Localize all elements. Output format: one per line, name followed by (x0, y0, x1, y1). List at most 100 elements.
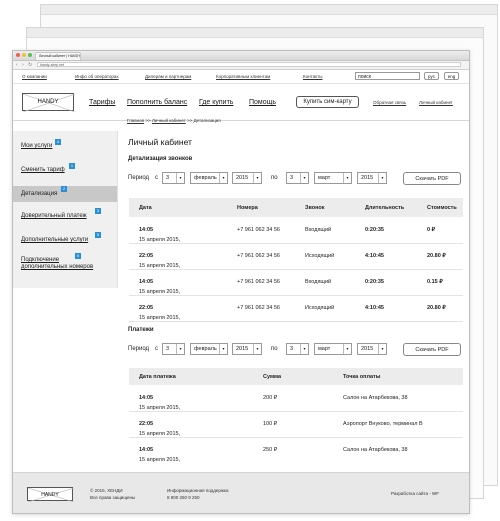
calls-period-filter: Период с 3 ▾ февраль ▾ 2015 ▾ по 3 ▾ март ▾ 2… (128, 172, 461, 186)
column-header: Номера (237, 205, 258, 211)
chevron-down-icon: ▾ (378, 344, 386, 354)
table-row[interactable]: 15 апреля 2015, 22:05 100 ₽ Аэропорт Вну… (129, 411, 463, 438)
chevron-down-icon: ▾ (378, 173, 386, 183)
maximize-window-icon[interactable] (28, 53, 32, 57)
footer-developer: Разработка сайта - WF (391, 491, 440, 496)
sidebar-item-my-services[interactable]: Мои услуги (21, 143, 52, 149)
call-duration: 0:20:35 (365, 279, 384, 285)
sidebar-item-extra-numbers[interactable]: Подключение дополнительных номеров (21, 257, 95, 271)
payment-place: Салон на Атарбекова, 38 (343, 395, 408, 401)
close-window-icon[interactable] (16, 53, 20, 57)
chevron-down-icon: ▾ (300, 344, 308, 354)
breadcrumb-home[interactable]: Главная (127, 118, 144, 123)
table-row[interactable]: 15 апреля 2015, 14:05 +7 961 062 34 56 В… (129, 217, 463, 244)
address-input[interactable]: handy-simp.net (37, 62, 461, 67)
from-year-select[interactable]: 2015 ▾ (232, 172, 262, 184)
sidebar-badge: 4 (55, 139, 61, 145)
call-duration: 4:10:45 (365, 305, 384, 311)
table-row[interactable]: 15 апреля 2015, 14:05 +7 961 062 34 56 В… (129, 269, 463, 296)
topnav-link-operators[interactable]: Инфо об операторах (75, 74, 119, 79)
topnav-link-contacts[interactable]: Контакты (303, 74, 322, 79)
calls-section-title: Детализация звонков (128, 156, 193, 162)
calls-table-header: Дата Номера Звонок Длительность Стоимост… (129, 198, 463, 217)
to-day-select[interactable]: 3 ▾ (286, 172, 309, 184)
lang-rus-button[interactable]: рус (424, 72, 439, 80)
to-day-select[interactable]: 3 ▾ (286, 343, 309, 355)
back-icon[interactable]: ‹ (16, 62, 18, 68)
payment-amount: 100 ₽ (263, 421, 278, 427)
lang-eng-button[interactable]: eng (444, 72, 459, 80)
breadcrumb-cabinet[interactable]: Личный кабинет (152, 118, 186, 123)
sidebar-badge: 1 (69, 163, 75, 169)
sidebar-item-change-tariff[interactable]: Сменить тариф (21, 167, 65, 173)
minimize-window-icon[interactable] (22, 53, 26, 57)
footer-logo[interactable]: HANDY (27, 487, 74, 502)
payments-period-filter: Период с 3 ▾ февраль ▾ 2015 ▾ по 3 ▾ март ▾ 2… (128, 343, 461, 357)
sidebar-item-extra-services[interactable]: Дополнительные услуги (21, 237, 88, 243)
from-month-select[interactable]: февраль ▾ (190, 172, 228, 184)
sidebar: Мои услуги 4 Сменить тариф 1 Детализация… (13, 131, 118, 288)
sidebar-item-trust-payment[interactable]: Доверительный платеж (21, 213, 87, 219)
to-year-select[interactable]: 2015 ▾ (357, 172, 387, 184)
sidebar-item-label: Подключение дополнительных номеров (21, 257, 94, 270)
browser-tab[interactable]: Личный кабинет | HANDY (35, 52, 81, 60)
table-row[interactable]: 15 апреля 2015, 22:05 +7 961 062 34 56 И… (129, 243, 463, 270)
sidebar-badge: 2 (61, 186, 67, 192)
logo-text: HANDY (37, 99, 59, 105)
sidebar-item-label: Доверительный платеж (21, 213, 87, 219)
nav-where-to-buy[interactable]: Где купить (199, 99, 233, 106)
period-label: Период (128, 346, 150, 352)
breadcrumb-sep: >> (187, 118, 193, 123)
select-value: 3 (166, 346, 170, 352)
from-day-select[interactable]: 3 ▾ (162, 172, 185, 184)
to-month-select[interactable]: март ▾ (314, 172, 352, 184)
breadcrumb-current: Детализация (193, 118, 221, 123)
cabinet-link[interactable]: Личный кабинет (419, 100, 453, 105)
feedback-link[interactable]: Обратная связь (373, 100, 406, 105)
forward-icon[interactable]: › (22, 62, 24, 68)
footer-support-label: Информационная поддержка (167, 488, 229, 493)
chevron-down-icon: ▾ (176, 344, 184, 354)
payments-table-header: Дата платежа Сумма Точка оплаты (129, 368, 463, 385)
call-cost: 0.15 ₽ (427, 279, 443, 285)
table-row[interactable]: 15 апреля 2015, 22:05 +7 961 062 34 56 И… (129, 295, 463, 322)
nav-help[interactable]: Помощь (249, 99, 276, 106)
table-row[interactable]: 15 апреля 2015, 14:05 200 ₽ Салон на Ата… (129, 385, 463, 412)
to-month-select[interactable]: март ▾ (314, 343, 352, 355)
browser-window: Личный кабинет | HANDY ‹ › ↻ handy-simp.… (12, 50, 470, 514)
call-number: +7 961 062 34 56 (237, 279, 280, 285)
sidebar-item-label: Сменить тариф (21, 167, 65, 173)
nav-tariffs[interactable]: Тарифы (89, 99, 115, 106)
from-day-select[interactable]: 3 ▾ (162, 343, 185, 355)
select-value: 2015 (236, 346, 249, 352)
period-to-label: по (271, 175, 278, 181)
download-pdf-button[interactable]: Скачать PDF (403, 343, 461, 356)
from-year-select[interactable]: 2015 ▾ (232, 343, 262, 355)
logo[interactable]: HANDY (22, 93, 75, 112)
call-type: Исходящий (305, 253, 335, 259)
from-month-select[interactable]: февраль ▾ (190, 343, 228, 355)
topnav-link-company[interactable]: О компании (22, 74, 47, 79)
sidebar-badge: 3 (95, 208, 101, 214)
call-cost: 0 ₽ (427, 227, 436, 233)
payment-place: Аэропорт Внуково, терминал В (343, 421, 423, 427)
breadcrumb-sep: >> (145, 118, 151, 123)
sidebar-item-label: Мои услуги (21, 143, 53, 149)
topnav-link-dealers[interactable]: Дилерам и партнерам (145, 74, 191, 79)
browser-titlebar: Личный кабинет | HANDY (13, 51, 469, 61)
site-header: HANDY Тарифы Пополнить баланс Где купить… (13, 84, 469, 121)
chevron-down-icon: ▾ (219, 173, 227, 183)
search-input[interactable]: поиск (355, 72, 420, 80)
to-year-select[interactable]: 2015 ▾ (357, 343, 387, 355)
table-row[interactable]: 15 апреля 2015, 14:05 250 ₽ Салон на Ата… (129, 437, 463, 463)
call-type: Входящий (305, 227, 332, 233)
period-from-label: с (155, 175, 158, 181)
reload-icon[interactable]: ↻ (28, 62, 32, 68)
download-pdf-button[interactable]: Скачать PDF (403, 172, 461, 185)
payments-table: Дата платежа Сумма Точка оплаты 15 апрел… (129, 368, 463, 464)
topnav-link-corporate[interactable]: Корпоративным клиентам (216, 74, 270, 79)
chevron-down-icon: ▾ (300, 173, 308, 183)
select-value: февраль (194, 175, 217, 181)
nav-top-up[interactable]: Пополнить баланс (127, 99, 187, 106)
buy-sim-button[interactable]: Купить сим-карту (296, 96, 359, 108)
